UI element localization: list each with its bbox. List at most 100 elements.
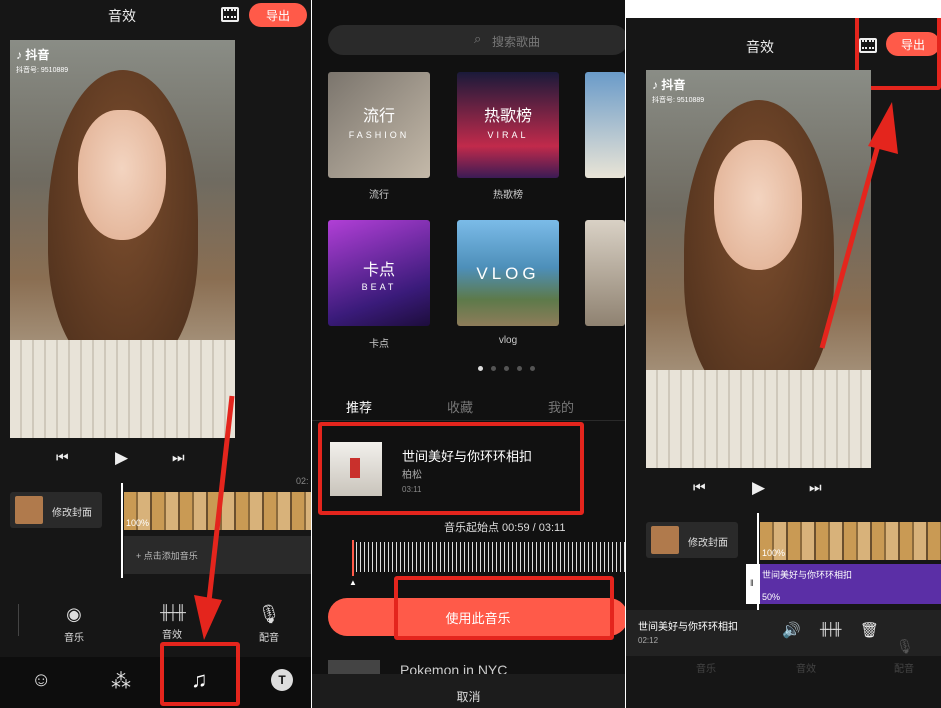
faded-label-music: 音乐 — [696, 664, 716, 675]
waveform-icon: ╫┼╫ — [160, 604, 186, 620]
waveform-cursor-marker: ▲ — [349, 578, 357, 587]
category-cover-partial[interactable] — [585, 72, 625, 178]
cancel-button[interactable]: 取消 — [312, 688, 625, 705]
tab-divider — [312, 420, 625, 421]
search-icon: ⌕ — [474, 31, 482, 46]
search-placeholder: 搜索歌曲 — [492, 35, 541, 49]
highlight-selected-song — [318, 422, 584, 515]
bottom-nav: ☺ ⁂ ♫ T — [0, 657, 311, 708]
skip-forward-icon[interactable]: ⏭ — [809, 479, 822, 496]
export-button[interactable]: 导出 — [249, 3, 307, 27]
microphone-icon: 🎙 — [896, 638, 914, 654]
tool-voiceover[interactable]: 🎙 配音 — [247, 604, 291, 644]
page-title: 音效 — [108, 8, 136, 24]
music-clip-label: 世间美好与你环环相扣 — [762, 570, 853, 580]
faded-label-voice: 配音 — [894, 664, 914, 675]
filter-icon[interactable]: ⁂ — [111, 669, 131, 694]
cover-subtitle: FASHION — [348, 130, 410, 140]
cover-title: 流行 — [362, 108, 395, 125]
cover-thumbnail — [651, 526, 679, 554]
edit-cover-button[interactable]: 修改封面 — [10, 492, 102, 528]
clip-percent: 100% — [762, 548, 786, 558]
tool-voiceover-label: 配音 — [259, 633, 279, 644]
cover-subtitle: BEAT — [361, 282, 397, 292]
douyin-id: 抖音号: 9510889 — [16, 67, 69, 74]
cover-thumbnail — [15, 496, 43, 524]
tool-sound-effect-label: 音效 — [162, 630, 182, 641]
song-time: 02:12 — [638, 636, 659, 645]
divider — [18, 604, 19, 636]
song-title: 世间美好与你环环相扣 — [638, 622, 738, 633]
play-icon[interactable]: ▶ — [752, 478, 765, 498]
film-icon[interactable] — [221, 7, 239, 22]
tab-favorites[interactable]: 收藏 — [447, 397, 473, 416]
category-cover-pop[interactable]: 流行 FASHION — [328, 72, 430, 178]
search-bar[interactable]: ⌕ 搜索歌曲 — [328, 25, 625, 55]
subject-face — [78, 110, 166, 240]
editor-after-panel: 音效 导出 ♪ 抖音 抖音号: 9510889 ⏮ ▶ ⏭ 修改封面 100% … — [626, 18, 941, 708]
sticker-face-icon[interactable]: ☺ — [31, 669, 51, 692]
red-arrow-down — [194, 395, 235, 640]
faded-label-effect: 音效 — [796, 664, 816, 675]
tool-music[interactable]: ◉ 音乐 — [52, 604, 96, 644]
cover-label: 修改封面 — [52, 508, 92, 519]
music-library-panel: ⌕ 搜索歌曲 流行 FASHION 流行 热歌榜 VIRAL 热歌榜 卡点 BE… — [312, 0, 625, 708]
tab-mine[interactable]: 我的 — [548, 397, 574, 416]
cover-title: 热歌榜 — [483, 108, 532, 125]
clip-percent: 100% — [126, 518, 150, 528]
douyin-watermark: ♪ 抖音 — [652, 78, 686, 92]
volume-icon[interactable]: 🔊 — [782, 621, 801, 639]
waveform-cursor[interactable] — [352, 540, 354, 576]
douyin-watermark: ♪ 抖音 — [16, 48, 50, 62]
page-dot[interactable] — [491, 366, 496, 371]
tab-recommend[interactable]: 推荐 — [346, 397, 372, 416]
edit-cover-button[interactable]: 修改封面 — [646, 522, 738, 558]
skip-back-icon[interactable]: ⏮ — [693, 479, 706, 496]
audio-waveform[interactable] — [356, 542, 625, 572]
subject-face — [714, 140, 802, 270]
category-cover-beat[interactable]: 卡点 BEAT — [328, 220, 430, 326]
newspaper-shirt — [646, 370, 871, 468]
page-dot[interactable] — [517, 366, 522, 371]
music-disc-icon: ◉ — [66, 604, 82, 624]
cover-title: 卡点 — [362, 262, 395, 279]
cover-title: VLOG — [476, 264, 540, 283]
page-dots — [478, 366, 535, 371]
timeline-time: 02: — [296, 476, 309, 486]
category-cover-vlog[interactable]: VLOG — [457, 220, 559, 326]
text-icon[interactable]: T — [271, 669, 293, 691]
category-label-pop: 流行 — [369, 190, 389, 201]
skip-forward-icon[interactable]: ⏭ — [172, 449, 185, 466]
waveform-icon[interactable]: ╫┼╫ — [820, 622, 841, 636]
song-control-bar: 世间美好与你环环相扣 02:12 🔊 ╫┼╫ 🗑 — [626, 610, 941, 656]
page-title: 音效 — [746, 39, 774, 55]
highlight-use-button — [394, 576, 614, 640]
music-clip-percent: 50% — [762, 592, 781, 602]
playhead[interactable] — [121, 483, 123, 578]
microphone-icon: 🎙 — [257, 604, 281, 624]
play-icon[interactable]: ▶ — [115, 448, 128, 468]
category-label-vlog: vlog — [498, 335, 518, 346]
page-dot[interactable] — [530, 366, 535, 371]
video-clip-track[interactable]: 100% — [760, 522, 941, 560]
category-cover-partial[interactable] — [585, 220, 625, 326]
video-preview: ♪ 抖音 抖音号: 9510889 — [10, 40, 235, 438]
handle-grip-icon: ‖ — [750, 578, 754, 588]
skip-back-icon[interactable]: ⏮ — [56, 449, 69, 466]
page-dot[interactable] — [504, 366, 509, 371]
category-label-beat: 卡点 — [369, 339, 389, 350]
highlight-music-tab — [160, 642, 240, 706]
tool-sound-effect[interactable]: ╫┼╫ 音效 — [150, 604, 194, 641]
music-clip-track[interactable]: ‖ 世间美好与你环环相扣 50% — [746, 564, 941, 604]
tool-music-label: 音乐 — [64, 633, 84, 644]
cover-subtitle: VIRAL — [487, 130, 529, 140]
cover-label: 修改封面 — [688, 538, 728, 549]
douyin-id: 抖音号: 9510889 — [652, 97, 705, 104]
add-music-label: + 点击添加音乐 — [136, 551, 198, 561]
page-dot-active[interactable] — [478, 366, 483, 371]
category-label-hot: 热歌榜 — [493, 190, 523, 201]
music-start-point: 音乐起始点 00:59 / 03:11 — [444, 522, 566, 534]
delete-icon[interactable]: 🗑 — [860, 621, 879, 639]
editor-panel: 音效 导出 ♪ 抖音 抖音号: 9510889 ⏮ ▶ ⏭ 02: 修改封面 1… — [0, 0, 311, 708]
category-cover-hot[interactable]: 热歌榜 VIRAL — [457, 72, 559, 178]
